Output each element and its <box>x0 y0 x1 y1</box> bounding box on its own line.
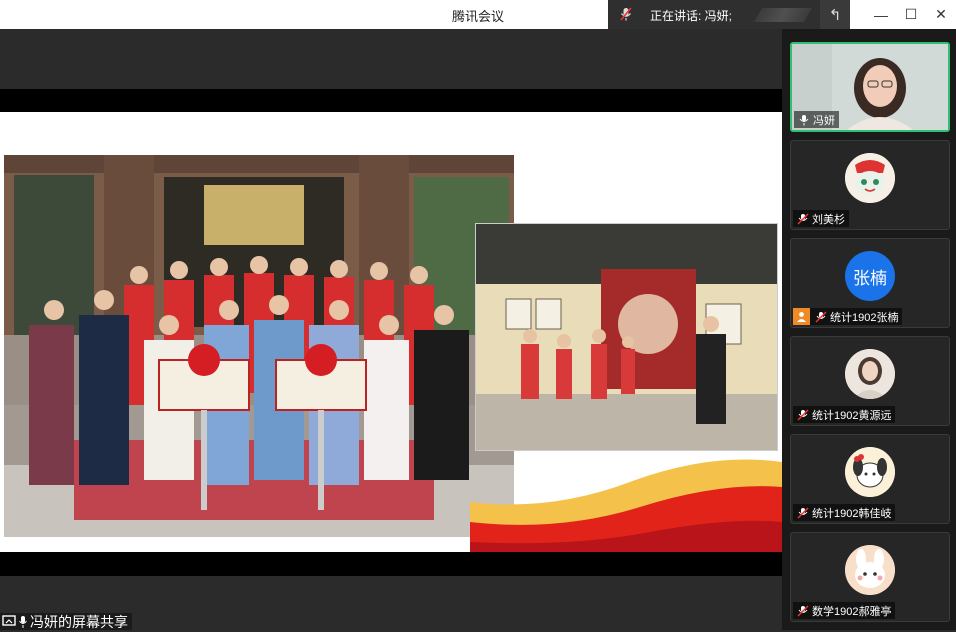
dog-avatar-icon <box>845 447 895 497</box>
mic-muted-icon <box>797 409 809 420</box>
participant-avatar: 张楠 <box>845 251 895 301</box>
participant-name-tag: 统计1902黄源远 <box>793 406 896 423</box>
screen-share-label: 冯妍的屏幕共享 <box>0 613 132 630</box>
mic-muted-icon <box>815 311 827 322</box>
participant-name-tag: 冯妍 <box>794 111 839 128</box>
mic-muted-icon <box>620 7 632 21</box>
avatar-initials: 张楠 <box>853 268 887 288</box>
participant-name: 数学1902郝雅亭 <box>812 605 892 618</box>
participant-tile[interactable]: 冯妍 <box>790 42 950 132</box>
app-title: 腾讯会议 <box>452 9 505 24</box>
letterbox-bottom <box>0 552 782 576</box>
speaking-indicator: 正在讲话: 冯妍; <box>608 0 820 29</box>
participant-list: 冯妍 刘美杉 张楠 统计1902张楠 统计1902黄源远 统计1902韩佳岐 数… <box>782 29 956 630</box>
mic-muted-icon <box>797 213 809 224</box>
mic-icon <box>799 114 809 125</box>
close-button[interactable]: ✕ <box>926 0 956 29</box>
speaking-label: 正在讲话: 冯妍; <box>650 9 733 23</box>
maximize-button[interactable]: ☐ <box>896 0 926 29</box>
participant-tile[interactable]: 统计1902黄源远 <box>790 336 950 426</box>
participant-tile[interactable]: 统计1902韩佳岐 <box>790 434 950 524</box>
participant-name-tag: 刘美杉 <box>793 210 849 227</box>
host-user-icon <box>793 308 810 325</box>
group-photo-image <box>4 155 514 537</box>
participant-name: 刘美杉 <box>812 213 845 226</box>
cat-avatar-icon <box>845 153 895 203</box>
red-wave-decoration <box>470 459 782 552</box>
bunny-avatar-icon <box>845 545 895 595</box>
screen-share-owner: 冯妍的屏幕共享 <box>30 613 128 630</box>
participant-name: 统计1902韩佳岐 <box>812 507 892 520</box>
participant-avatar <box>845 349 895 399</box>
letterbox-top <box>0 89 782 112</box>
shared-screen-stage[interactable]: 冯妍的屏幕共享 <box>0 29 782 630</box>
participant-name: 冯妍 <box>813 114 835 127</box>
mic-muted-icon <box>797 605 809 616</box>
exhibition-photo-image <box>475 223 778 451</box>
participant-avatar <box>845 447 895 497</box>
participant-tile[interactable]: 刘美杉 <box>790 140 950 230</box>
title-bar: 腾讯会议 正在讲话: 冯妍; ↰ — ☐ ✕ <box>0 0 956 29</box>
participant-name-tag: 统计1902韩佳岐 <box>793 504 896 521</box>
minimize-button[interactable]: — <box>866 0 896 29</box>
speaking-bars-icon <box>753 8 813 22</box>
participant-tile[interactable]: 张楠 统计1902张楠 <box>790 238 950 328</box>
shared-slide <box>0 112 782 552</box>
participant-name-tag: 数学1902郝雅亭 <box>793 602 896 619</box>
back-button[interactable]: ↰ <box>820 0 850 29</box>
participant-tile[interactable]: 数学1902郝雅亭 <box>790 532 950 622</box>
participant-name: 统计1902黄源远 <box>812 409 892 422</box>
participant-name: 统计1902张楠 <box>830 311 899 324</box>
mic-muted-icon <box>797 507 809 518</box>
screen-share-icon <box>2 615 16 626</box>
participant-avatar <box>845 545 895 595</box>
mic-icon <box>19 615 27 628</box>
participant-name-tag: 统计1902张楠 <box>793 308 903 325</box>
participant-avatar <box>845 153 895 203</box>
photo-avatar-icon <box>845 349 895 399</box>
